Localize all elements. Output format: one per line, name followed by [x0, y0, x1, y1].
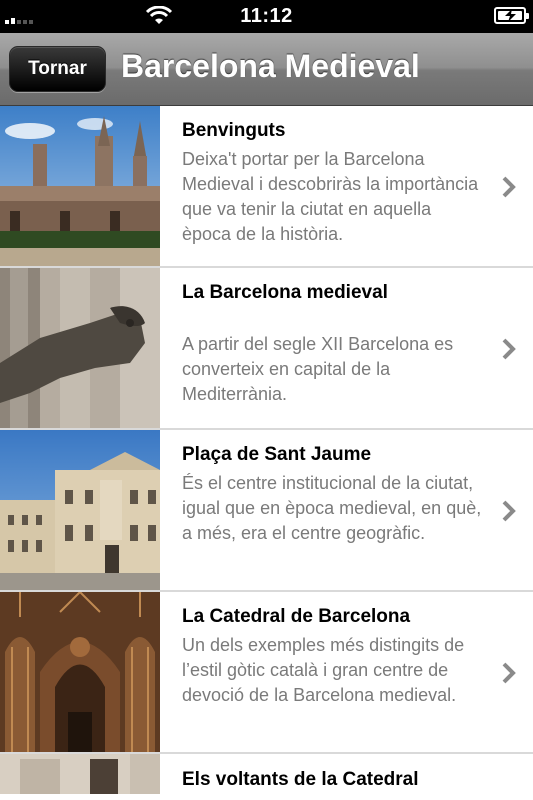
item-title: Els voltants de la Catedral	[182, 769, 419, 790]
list-item[interactable]: La Barcelona medieval A partir del segle…	[0, 268, 533, 430]
item-description: És el centre institucional de la ciutat,…	[182, 473, 482, 543]
chevron-right-icon	[502, 338, 516, 360]
item-description: Deixa't portar per la Barcelona Medieval…	[182, 149, 479, 244]
list-item[interactable]: Plaça de Sant Jaume És el centre institu…	[0, 430, 533, 592]
item-description: Un dels exemples més distingits de l’est…	[182, 635, 465, 705]
item-description: A partir del segle XII Barcelona es conv…	[182, 334, 454, 404]
list-item[interactable]: La Catedral de Barcelona Un dels exemple…	[0, 592, 533, 754]
chevron-right-icon	[502, 176, 516, 198]
thumbnail-image	[0, 106, 160, 266]
list-item[interactable]: Els voltants de la Catedral	[0, 754, 533, 794]
thumbnail-image	[0, 268, 160, 428]
page-title: Barcelona Medieval	[121, 48, 420, 84]
content-list: Benvinguts Deixa't portar per la Barcelo…	[0, 106, 533, 794]
back-button[interactable]: Tornar	[9, 46, 106, 92]
thumbnail-image	[0, 592, 160, 752]
item-title: Plaça de Sant Jaume	[182, 444, 372, 465]
navigation-bar: Tornar Barcelona Medieval	[0, 33, 533, 106]
battery-charging-icon	[494, 7, 529, 24]
chevron-right-icon	[502, 500, 516, 522]
list-item[interactable]: Benvinguts Deixa't portar per la Barcelo…	[0, 106, 533, 268]
status-bar: 11:12	[0, 0, 533, 33]
item-title: La Catedral de Barcelona	[182, 606, 411, 627]
thumbnail-image	[0, 754, 160, 794]
item-title: La Barcelona medieval	[182, 282, 388, 303]
thumbnail-image	[0, 430, 160, 590]
item-title: Benvinguts	[182, 120, 286, 141]
chevron-right-icon	[502, 662, 516, 684]
status-time: 11:12	[240, 5, 293, 27]
